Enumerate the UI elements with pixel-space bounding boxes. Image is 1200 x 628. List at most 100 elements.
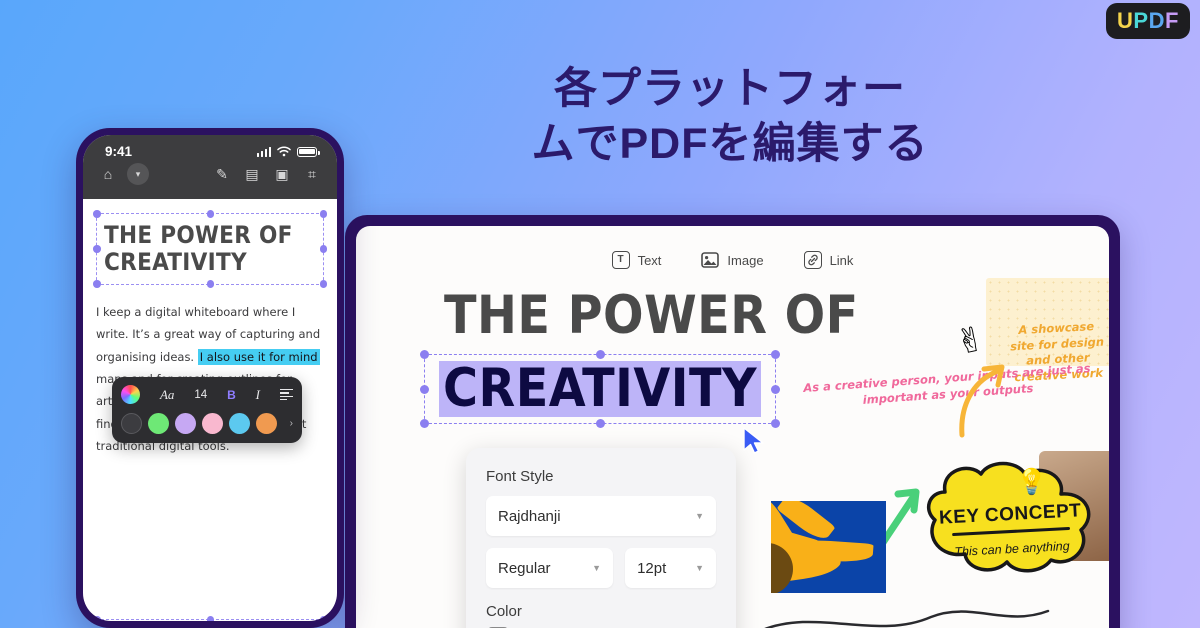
resize-handle-bottom-center[interactable] <box>206 280 214 288</box>
logo-letter-d: D <box>1148 8 1165 33</box>
italic-button[interactable]: I <box>256 387 260 403</box>
highlighted-text[interactable]: I also use it for mind <box>197 348 320 365</box>
font-family-select[interactable]: Rajdhanji ▼ <box>486 496 716 536</box>
chevron-down-icon: ▼ <box>592 563 602 573</box>
resize-handle-top-right[interactable] <box>319 210 327 218</box>
resize-handle-bottom-left[interactable] <box>420 418 429 428</box>
font-family-value: Rajdhanji <box>498 507 561 525</box>
resize-handle-bottom-left[interactable] <box>93 280 101 288</box>
wifi-icon <box>277 146 291 157</box>
phone-format-toolbar: Aa 14 B I › <box>112 377 302 443</box>
logo-letter-f: F <box>1165 8 1179 33</box>
sunflower-image[interactable] <box>771 501 886 593</box>
phone-title-selection-box[interactable]: THE POWER OF CREATIVITY <box>93 210 327 288</box>
page-headline: 各プラットフォー ムでPDFを編集する <box>430 62 1030 172</box>
desktop-document-canvas[interactable]: ✌ A showcase site for design and other c… <box>356 226 1109 628</box>
resize-handle-middle-right[interactable] <box>319 245 327 253</box>
toolbar-text-label: Text <box>637 252 662 268</box>
font-weight-select[interactable]: Regular ▼ <box>486 548 614 588</box>
resize-handle-top-left[interactable] <box>93 210 101 218</box>
phone-top-bar: 9:41 ⌂ ▾ ✎ ▤ ▣ ⌗ <box>83 135 337 199</box>
color-dot-green[interactable] <box>148 413 169 434</box>
resize-handle-top-center[interactable] <box>206 210 214 218</box>
scribble-lines <box>764 609 1050 628</box>
color-wheel-icon[interactable] <box>121 385 140 404</box>
font-style-title: Font Style <box>486 468 554 485</box>
logo-letter-p: P <box>1133 8 1149 33</box>
mouse-cursor <box>743 427 764 454</box>
resize-handle-middle-left[interactable] <box>420 384 429 394</box>
phone-status-bar: 9:41 <box>83 135 337 159</box>
toolbar-link-button[interactable]: Link <box>803 251 854 269</box>
resize-handle-top-right[interactable] <box>319 616 327 621</box>
color-dot-lavender[interactable] <box>175 413 196 434</box>
toolbar-image-label: Image <box>727 252 764 268</box>
image-icon[interactable]: ▣ <box>271 163 293 185</box>
phone-title-line-1: THE POWER OF <box>104 221 293 249</box>
phone-screen: 9:41 ⌂ ▾ ✎ ▤ ▣ ⌗ THE POWER OF CREATIVITY… <box>83 135 337 621</box>
resize-handle-bottom-center[interactable] <box>596 418 606 428</box>
link-icon <box>803 251 822 269</box>
align-left-icon[interactable] <box>279 388 293 401</box>
phone-toolbar: ⌂ ▾ ✎ ▤ ▣ ⌗ <box>83 163 337 185</box>
selection-bounding-box[interactable]: CREATIVITY <box>420 350 781 428</box>
logo-letter-u: U <box>1117 8 1134 33</box>
headline-line-1: 各プラットフォー <box>554 65 906 113</box>
document-selected-text[interactable]: CREATIVITY <box>439 361 762 417</box>
cloud-underline <box>952 526 1071 537</box>
toolbar-link-label: Link <box>829 252 854 268</box>
color-dot-cyan[interactable] <box>229 413 250 434</box>
resize-handle-middle-left[interactable] <box>93 245 101 253</box>
format-row-primary: Aa 14 B I <box>121 385 293 404</box>
format-row-colors: › <box>121 413 293 434</box>
chevron-down-icon: ▼ <box>695 563 704 573</box>
resize-handle-bottom-right[interactable] <box>319 280 327 288</box>
status-icon-group <box>256 146 320 157</box>
document-title-line-1[interactable]: THE POWER OF <box>444 288 859 344</box>
toolbar-image-button[interactable]: Image <box>701 251 764 269</box>
battery-icon <box>297 146 320 157</box>
font-size-value: 12pt <box>637 559 667 577</box>
resize-handle-middle-right[interactable] <box>771 384 781 394</box>
more-colors-arrow[interactable]: › <box>290 418 293 429</box>
font-size-value[interactable]: 14 <box>194 389 207 401</box>
pen-icon[interactable]: ✎ <box>211 163 233 185</box>
home-icon[interactable]: ⌂ <box>97 163 119 185</box>
resize-handle-top-left[interactable] <box>420 350 429 359</box>
resize-handle-top-right[interactable] <box>771 350 781 359</box>
font-style-panel: Font Style Rajdhanji ▼ Regular ▼ 12pt ▼ … <box>466 448 736 628</box>
lightbulb-icon: 💡 <box>1016 468 1048 496</box>
font-weight-value: Regular <box>498 559 551 577</box>
color-section-label: Color <box>486 603 522 620</box>
resize-handle-bottom-right[interactable] <box>771 418 781 428</box>
desktop-app-window: ✌ A showcase site for design and other c… <box>345 215 1120 628</box>
status-time: 9:41 <box>105 144 133 159</box>
phone-title-line-2: CREATIVITY <box>104 247 247 276</box>
desktop-toolbar: T Text Image Link <box>356 251 1109 269</box>
phone-document-body: THE POWER OF CREATIVITY I keep a digital… <box>83 199 337 621</box>
font-picker-button[interactable]: Aa <box>160 387 174 403</box>
color-dot-pink[interactable] <box>202 413 223 434</box>
phone-mockup: 9:41 ⌂ ▾ ✎ ▤ ▣ ⌗ THE POWER OF CREATIVITY… <box>76 128 344 628</box>
pink-annotation-note: As a creative person, your inputs are ju… <box>802 361 1091 407</box>
font-size-select[interactable]: 12pt ▼ <box>625 548 716 588</box>
resize-handle-top-left[interactable] <box>93 616 101 621</box>
chevron-down-icon[interactable]: ▾ <box>127 163 149 185</box>
bold-button[interactable]: B <box>227 388 236 402</box>
resize-handle-top-center[interactable] <box>206 616 214 621</box>
cloud-text-group: KEY CONCEPT This can be anything <box>930 500 1093 560</box>
color-dot-dark[interactable] <box>121 413 142 434</box>
chevron-down-icon: ▼ <box>695 511 704 521</box>
signal-icon <box>256 146 271 157</box>
color-dot-orange[interactable] <box>256 413 277 434</box>
crop-icon[interactable]: ⌗ <box>301 163 323 185</box>
updf-logo: U P D F <box>1106 3 1190 39</box>
curved-arrow-up-icon <box>959 364 1005 438</box>
phone-image-selection-box[interactable] <box>93 616 327 621</box>
textbox-icon[interactable]: ▤ <box>241 163 263 185</box>
toolbar-text-button[interactable]: T Text <box>611 251 662 269</box>
resize-handle-top-center[interactable] <box>596 350 606 359</box>
selected-text-group: CREATIVITY <box>420 350 781 428</box>
phone-document-title[interactable]: THE POWER OF CREATIVITY <box>104 222 316 276</box>
text-icon: T <box>611 251 630 269</box>
